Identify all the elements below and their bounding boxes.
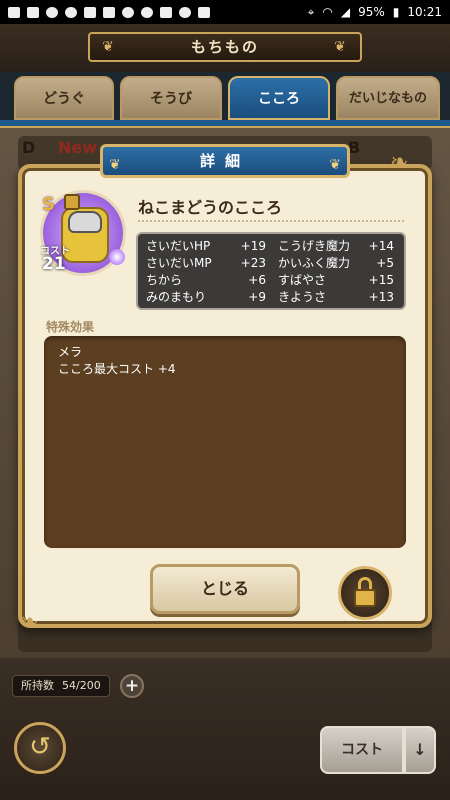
lock-icon-body bbox=[354, 589, 376, 607]
close-button[interactable]: とじる bbox=[150, 564, 300, 614]
tab-items[interactable]: どうぐ bbox=[14, 76, 114, 120]
cost-value: 21 bbox=[42, 254, 66, 274]
store-icon bbox=[103, 6, 115, 18]
stat-row: さいだいMP +23 かいふく魔力 +5 bbox=[146, 255, 396, 272]
effect-line: メラ bbox=[58, 345, 83, 359]
reply-icon bbox=[84, 6, 96, 18]
owned-count: 所持数 54/200 bbox=[12, 675, 110, 697]
app-icon bbox=[141, 6, 153, 18]
stat-name: きようさ bbox=[278, 290, 327, 304]
stat-name: すばやさ bbox=[278, 273, 327, 287]
dialog-title: 詳細 bbox=[199, 152, 250, 170]
download-icon bbox=[198, 6, 210, 18]
special-effect-box: メラ こころ最大コスト +4 bbox=[44, 336, 406, 548]
stat-value: +23 bbox=[240, 256, 266, 270]
ornament-icon: ❧ bbox=[20, 610, 39, 635]
signal-icon: ◢ bbox=[340, 5, 351, 19]
twitter-icon bbox=[65, 6, 77, 18]
dialog-title-plate: ❦ 詳細 ❦ bbox=[100, 144, 350, 178]
special-effect-label: 特殊効果 bbox=[46, 320, 95, 334]
battery-text: 95% bbox=[358, 5, 385, 19]
divider bbox=[138, 220, 404, 222]
battery-icon: ▮ bbox=[392, 5, 400, 19]
status-bar: ⌖ ◠ ◢ 95% ▮ 10:21 bbox=[0, 0, 450, 24]
mail-icon bbox=[8, 6, 20, 18]
tab-equipment[interactable]: そうび bbox=[120, 76, 222, 120]
wifi-icon: ◠ bbox=[322, 5, 333, 19]
notification-icons bbox=[8, 6, 210, 18]
expand-capacity-button[interactable]: + bbox=[120, 674, 144, 698]
app-icon bbox=[122, 6, 134, 18]
stat-row: みのまもり +9 きようさ +13 bbox=[146, 289, 396, 306]
stat-name: ちから bbox=[146, 273, 183, 287]
ornament-icon: ❦ bbox=[329, 157, 341, 173]
stat-name: さいだいMP bbox=[146, 256, 212, 270]
monster-face bbox=[68, 211, 102, 233]
stat-name: かいふく魔力 bbox=[278, 256, 351, 270]
tab-kokoro[interactable]: こころ bbox=[228, 76, 330, 120]
stat-row: ちから +6 すばやさ +15 bbox=[146, 272, 396, 289]
ornament-icon: ❦ bbox=[109, 157, 121, 173]
sort-button[interactable]: コスト bbox=[320, 726, 404, 774]
stat-value: +15 bbox=[368, 273, 394, 287]
sort-order-button[interactable]: ↓ bbox=[404, 726, 436, 774]
image-icon bbox=[160, 6, 172, 18]
game-icon bbox=[179, 6, 191, 18]
stat-name: こうげき魔力 bbox=[278, 239, 351, 253]
stat-value: +6 bbox=[248, 273, 266, 287]
tab-key-items[interactable]: だいじなもの bbox=[336, 76, 440, 120]
owned-value: 54/200 bbox=[62, 679, 101, 692]
back-button[interactable]: ↺ bbox=[14, 722, 66, 774]
lock-button[interactable] bbox=[338, 566, 392, 620]
stat-name: さいだいHP bbox=[146, 239, 211, 253]
page-title-plate: ❦ もちもの ❦ bbox=[88, 32, 362, 62]
ornament-icon: ❧ bbox=[390, 150, 409, 175]
effect-line: こころ最大コスト +4 bbox=[58, 362, 176, 376]
ornament-icon: ❦ bbox=[102, 39, 116, 55]
stat-value: +9 bbox=[248, 290, 266, 304]
stat-value: +19 bbox=[240, 239, 266, 253]
return-icon: ↺ bbox=[29, 732, 51, 762]
stat-row: さいだいHP +19 こうげき魔力 +14 bbox=[146, 238, 396, 255]
owned-label: 所持数 bbox=[21, 679, 54, 692]
tab-underline bbox=[0, 120, 450, 128]
rank-badge: S bbox=[42, 194, 55, 215]
item-name: ねこまどうのこころ bbox=[138, 198, 283, 217]
location-icon: ⌖ bbox=[307, 4, 315, 19]
stat-value: +14 bbox=[368, 239, 394, 253]
stat-name: みのまもり bbox=[146, 290, 207, 304]
clock: 10:21 bbox=[407, 5, 442, 19]
lock-icon bbox=[64, 194, 80, 210]
twitter-icon bbox=[46, 6, 58, 18]
stat-value: +13 bbox=[368, 290, 394, 304]
orb-icon bbox=[109, 249, 125, 265]
stat-value: +5 bbox=[376, 256, 394, 270]
page-title: もちもの bbox=[190, 38, 259, 56]
file-icon bbox=[27, 6, 39, 18]
ornament-icon: ❦ bbox=[334, 39, 348, 55]
stats-table: さいだいHP +19 こうげき魔力 +14 さいだいMP +23 かいふく魔力 … bbox=[136, 232, 406, 310]
